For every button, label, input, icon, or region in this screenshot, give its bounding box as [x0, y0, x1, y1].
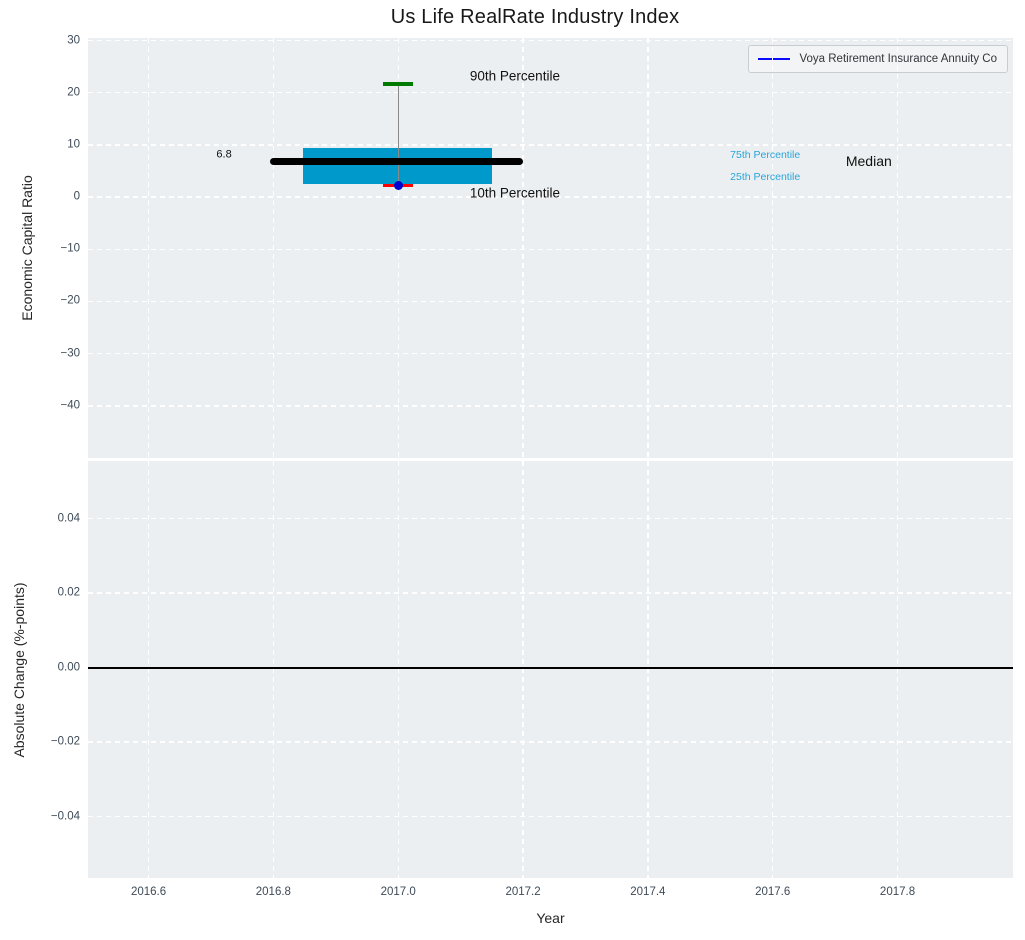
annotation-10th-percentile: 10th Percentile [470, 187, 560, 201]
y-tick-label: 10 [30, 139, 80, 151]
gridline-vertical [647, 461, 648, 878]
gridline-horizontal [88, 249, 1013, 250]
gridline-vertical [148, 38, 149, 458]
gridline-vertical [398, 461, 399, 878]
annotation-90th-percentile: 90th Percentile [470, 69, 560, 83]
gridline-vertical [772, 461, 773, 878]
y-tick-label: −0.02 [30, 736, 80, 748]
annotation-median: Median [846, 154, 892, 168]
gridline-horizontal [88, 301, 1013, 302]
company-value-dot [394, 181, 403, 190]
gridline-horizontal [88, 92, 1013, 93]
gridline-vertical [522, 461, 523, 878]
gridline-vertical [897, 461, 898, 878]
gridline-vertical [522, 38, 523, 458]
x-tick-label: 2017.6 [755, 887, 790, 899]
y-tick-label: 0.00 [30, 662, 80, 674]
x-tick-label: 2017.2 [505, 887, 540, 899]
y-tick-label: −40 [30, 400, 80, 412]
gridline-horizontal [88, 518, 1013, 519]
gridline-horizontal [88, 816, 1013, 817]
gridline-horizontal [88, 592, 1013, 593]
x-tick-label: 2017.4 [630, 887, 665, 899]
legend-line-sample [758, 58, 790, 61]
whisker-line [398, 84, 399, 186]
gridline-vertical [273, 461, 274, 878]
y-tick-label: −30 [30, 348, 80, 360]
y-tick-label: −10 [30, 244, 80, 256]
gridline-vertical [772, 38, 773, 458]
y-tick-label: −20 [30, 296, 80, 308]
legend-label: Voya Retirement Insurance Annuity Co [799, 53, 997, 65]
y-tick-label: 0.04 [30, 513, 80, 525]
x-axis-label: Year [88, 910, 1013, 926]
gridline-vertical [647, 38, 648, 458]
y-tick-label: 0 [30, 191, 80, 203]
figure: Us Life RealRate Industry Index Economic… [0, 0, 1025, 940]
zero-line [88, 667, 1013, 669]
gridline-vertical [148, 461, 149, 878]
legend: Voya Retirement Insurance Annuity Co [748, 45, 1008, 73]
gridline-horizontal [88, 353, 1013, 354]
annotation-6-8: 6.8 [216, 149, 231, 160]
y-tick-label: −0.04 [30, 811, 80, 823]
x-tick-label: 2017.8 [880, 887, 915, 899]
p90-cap [383, 82, 413, 85]
annotation-25th-percentile: 25th Percentile [730, 172, 800, 183]
y-tick-label: 30 [30, 35, 80, 47]
y-tick-label: 0.02 [30, 587, 80, 599]
gridline-horizontal [88, 144, 1013, 145]
x-tick-label: 2016.6 [131, 887, 166, 899]
chart-title: Us Life RealRate Industry Index [60, 6, 1010, 29]
y-axis-label-bottom: Absolute Change (%-points) [11, 582, 27, 757]
x-tick-label: 2016.8 [256, 887, 291, 899]
median-line [270, 158, 523, 165]
x-tick-label: 2017.0 [381, 887, 416, 899]
gridline-horizontal [88, 405, 1013, 406]
gridline-vertical [897, 38, 898, 458]
gridline-horizontal [88, 40, 1013, 41]
y-tick-label: 20 [30, 87, 80, 99]
gridline-horizontal [88, 741, 1013, 742]
annotation-75th-percentile: 75th Percentile [730, 150, 800, 161]
gridline-vertical [273, 38, 274, 458]
